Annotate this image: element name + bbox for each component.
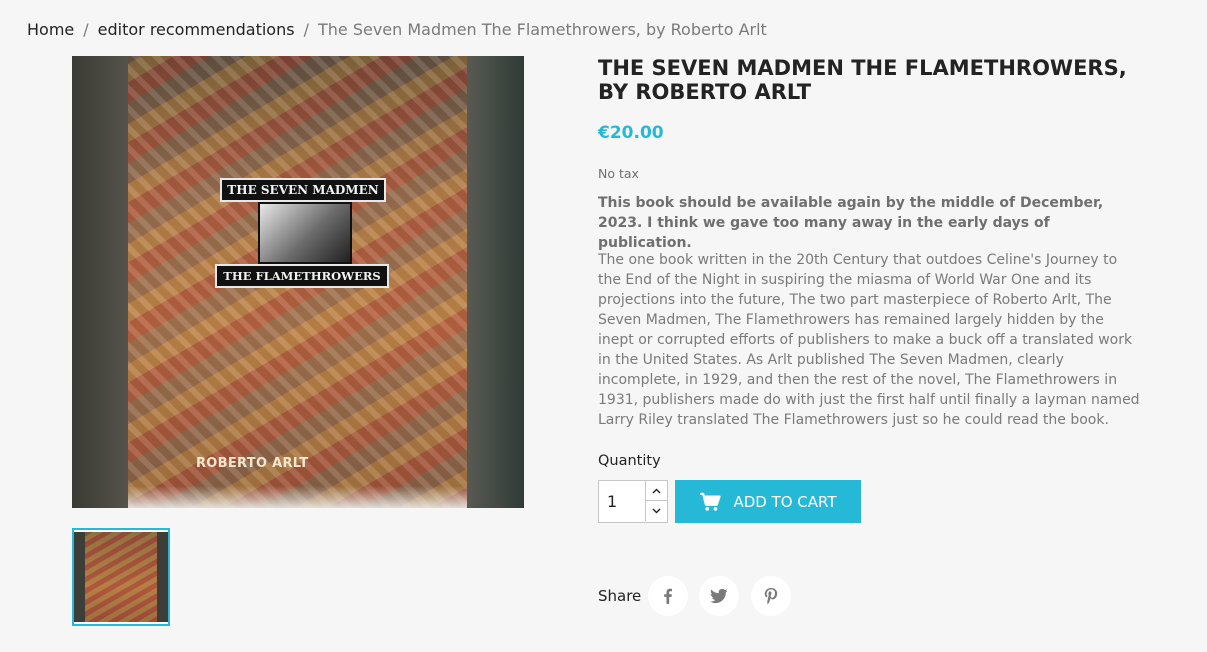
twitter-icon: [710, 588, 728, 604]
chevron-down-icon: [652, 508, 661, 514]
cover-author-label: ROBERTO ARLT: [196, 456, 309, 471]
product-description: The one book written in the 20th Century…: [598, 252, 1140, 428]
chevron-up-icon: [652, 488, 661, 493]
quantity-label: Quantity: [598, 453, 661, 469]
add-to-cart-label: Add to cart: [733, 492, 837, 511]
product-title: THE SEVEN MADMEN THE FLAMETHROWERS, BY R…: [598, 56, 1127, 104]
pinterest-icon: [764, 588, 778, 605]
breadcrumb: Home / editor recommendations / The Seven Ma…: [27, 19, 767, 41]
product-main-image[interactable]: THE SEVEN MADMEN THE FLAMETHROWERS ROBER…: [72, 56, 524, 508]
breadcrumb-separator: /: [83, 20, 89, 39]
tax-note: No tax: [598, 166, 639, 181]
thumbnail-background-right: [157, 532, 168, 622]
pinterest-share-button[interactable]: [751, 576, 791, 616]
quantity-stepper: [598, 480, 668, 523]
shopping-cart-icon: [699, 492, 722, 512]
facebook-share-button[interactable]: [648, 576, 688, 616]
breadcrumb-category-link[interactable]: editor recommendations: [98, 20, 295, 39]
availability-note: This book should be available again by t…: [598, 195, 1104, 251]
photo-background-left: [72, 56, 128, 508]
thumbnail-background-left: [74, 532, 85, 622]
photo-surface: [128, 486, 467, 508]
quantity-decrease-button[interactable]: [645, 501, 667, 521]
twitter-share-button[interactable]: [699, 576, 739, 616]
quantity-input[interactable]: [599, 481, 645, 522]
product-price: €20.00: [598, 123, 664, 143]
product-thumbnail[interactable]: [72, 528, 170, 626]
add-to-cart-button[interactable]: Add to cart: [675, 480, 861, 523]
breadcrumb-home-link[interactable]: Home: [27, 20, 74, 39]
quantity-increase-button[interactable]: [645, 481, 667, 501]
breadcrumb-current: The Seven Madmen The Flamethrowers, by R…: [317, 20, 767, 39]
facebook-icon: [664, 588, 672, 604]
photo-background-right: [467, 56, 524, 508]
share-label: Share: [598, 587, 642, 605]
breadcrumb-separator: /: [303, 20, 309, 39]
thumbnail-cover-image: [85, 532, 157, 622]
cover-title-label: THE SEVEN MADMEN: [220, 178, 386, 202]
cover-photo-inset: [258, 202, 352, 264]
cover-subtitle-label: THE FLAMETHROWERS: [215, 264, 389, 288]
